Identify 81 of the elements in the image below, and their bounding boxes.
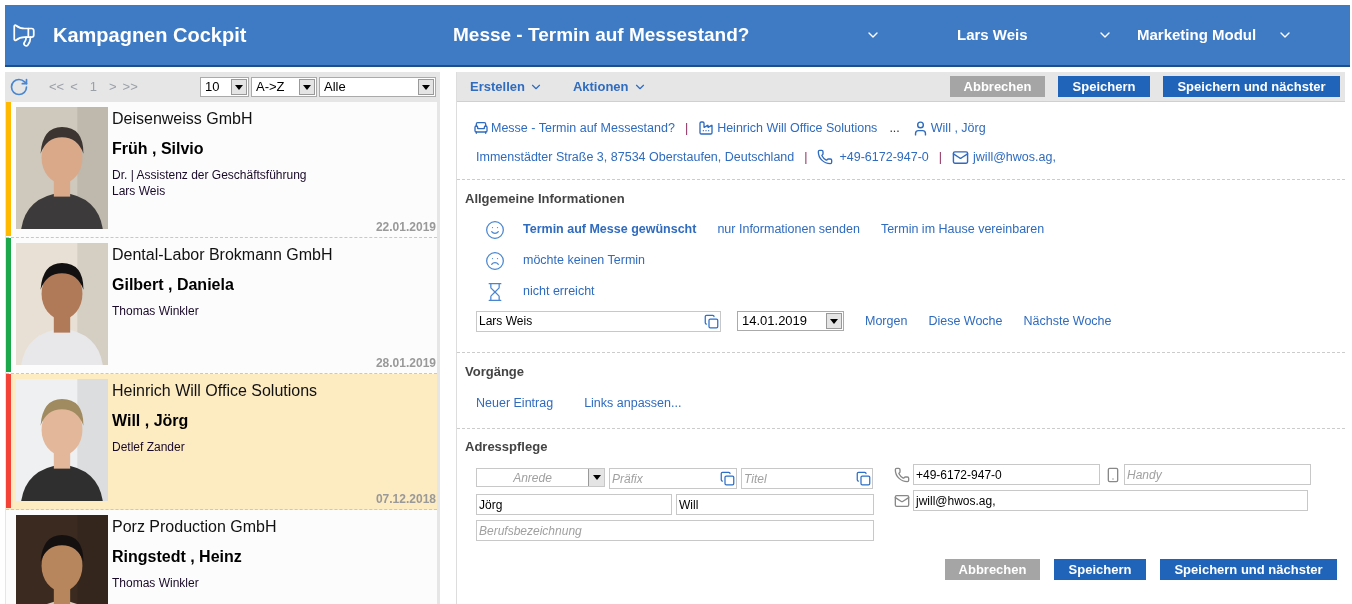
lookup-icon[interactable]: [720, 471, 735, 487]
menu-button[interactable]: Erstellen: [470, 76, 543, 97]
smile-icon: [485, 219, 505, 240]
contact-detail: Thomas Winkler: [112, 575, 200, 591]
refresh-icon[interactable]: [9, 77, 29, 97]
chair-icon: [473, 120, 489, 137]
quick-date-link[interactable]: Nächste Woche: [1023, 311, 1112, 331]
separator: |: [938, 148, 943, 166]
process-link[interactable]: Neuer Eintrag: [476, 393, 554, 413]
last-name-field[interactable]: Will: [676, 494, 874, 516]
quick-date-link[interactable]: Diese Woche: [928, 311, 1003, 331]
date-label: 22.01.2019: [375, 219, 436, 236]
module-name[interactable]: Marketing Modul: [1137, 23, 1277, 47]
contact-detail: Detlef Zander: [112, 439, 186, 455]
save-button[interactable]: Speichern und nächster: [1163, 76, 1340, 97]
page-number: 1: [89, 78, 97, 97]
lookup-icon[interactable]: [704, 313, 719, 329]
company-link[interactable]: Heinrich Will Office Solutions: [698, 119, 878, 138]
save-button[interactable]: Speichern und nächster: [1160, 559, 1337, 581]
section-title: Allgemeine Informationen: [465, 190, 625, 206]
email-field[interactable]: jwill@hwos.ag,: [913, 490, 1308, 512]
company-name: Deisenweiss GmbH: [112, 109, 254, 129]
contact-link[interactable]: Will , Jörg: [911, 119, 986, 138]
page-size-select[interactable]: 10: [200, 77, 249, 97]
phone-icon: [894, 466, 910, 483]
lookup-icon[interactable]: [856, 471, 871, 487]
contact-detail: Dr. | Assistenz der Geschäftsführung: [112, 167, 308, 183]
user-name[interactable]: Lars Weis: [957, 23, 1097, 47]
megaphone-icon: [11, 22, 37, 48]
process-link[interactable]: Links anpassen...: [584, 393, 682, 413]
date-label: 28.01.2019: [375, 355, 436, 372]
contact-card[interactable]: Dental-Labor Brokmann GmbH Gilbert , Daniela Thomas Winkler 28.01.2019: [6, 238, 437, 374]
section-title: Vorgänge: [465, 363, 524, 379]
contact-name: Gilbert , Daniela: [112, 275, 235, 295]
section-title: Adresspflege: [465, 439, 548, 455]
phone-link[interactable]: +49-6172-947-0: [817, 147, 929, 167]
company-name: Porz Production GmbH: [112, 517, 278, 537]
phone-icon: [817, 149, 834, 166]
contact-name: Will , Jörg: [112, 411, 190, 431]
company-name: Dental-Labor Brokmann GmbH: [112, 245, 334, 265]
dropdown-arrow-icon: [422, 84, 430, 90]
contact-name: Ringstedt , Heinz: [112, 547, 243, 567]
more-link[interactable]: ...: [889, 119, 900, 138]
date-label: 07.12.2018: [375, 491, 436, 508]
phone-field[interactable]: +49-6172-947-0: [913, 464, 1100, 486]
separator: |: [804, 148, 808, 166]
save-button[interactable]: Speichern: [1058, 76, 1150, 97]
contact-name: Früh , Silvio: [112, 139, 205, 159]
menu-button[interactable]: Aktionen: [572, 76, 647, 97]
separator: |: [684, 120, 689, 137]
email-link[interactable]: jwill@hwos.ag,: [952, 147, 1056, 167]
app-title: Kampagnen Cockpit: [53, 23, 248, 48]
mail-icon: [894, 492, 910, 509]
save-button[interactable]: Speichern: [1054, 559, 1146, 581]
sort-select[interactable]: A->Z: [251, 77, 317, 97]
outcome-option[interactable]: möchte keinen Termin: [523, 251, 646, 270]
factory-icon: [698, 120, 715, 137]
mail-icon: [952, 148, 970, 166]
outcome-option[interactable]: Termin im Hause vereinbaren: [880, 220, 1045, 239]
date-picker[interactable]: 14.01.2019: [737, 311, 844, 331]
contact-card[interactable]: Heinrich Will Office Solutions Will , Jörg Detlef Zander 07.12.2018: [6, 374, 437, 510]
first-name-field[interactable]: Jörg: [476, 494, 672, 516]
company-name: Heinrich Will Office Solutions: [112, 381, 319, 401]
contact-detail: Lars Weis: [112, 183, 167, 199]
address-link[interactable]: Immenstädter Straße 3, 87534 Oberstaufen, Deutschland: [476, 147, 795, 167]
outcome-option[interactable]: Termin auf Messe gewünscht: [523, 220, 697, 239]
dropdown-arrow-icon: [303, 84, 311, 90]
dropdown-arrow-icon: [830, 318, 838, 324]
dropdown-arrow-icon: [592, 475, 601, 481]
assignee-field[interactable]: Lars Weis: [476, 310, 721, 332]
outcome-option[interactable]: nicht erreicht: [523, 282, 595, 301]
outcome-option[interactable]: nur Informationen senden: [717, 220, 860, 239]
dropdown-arrow-icon: [235, 84, 243, 90]
mobile-icon: [1105, 466, 1121, 483]
contact-detail: Thomas Winkler: [112, 303, 200, 319]
campaign-title[interactable]: Messe - Termin auf Messestand?: [453, 20, 865, 50]
campaign-link[interactable]: Messe - Termin auf Messestand?: [473, 119, 675, 138]
filter-select[interactable]: Alle: [319, 77, 436, 97]
contact-card[interactable]: Deisenweiss GmbH Früh , Silvio Dr. | Assistenz der Geschäftsführung Lars Weis 22.01.2019: [6, 102, 437, 238]
frown-icon: [485, 250, 505, 271]
quick-date-link[interactable]: Morgen: [865, 311, 908, 331]
